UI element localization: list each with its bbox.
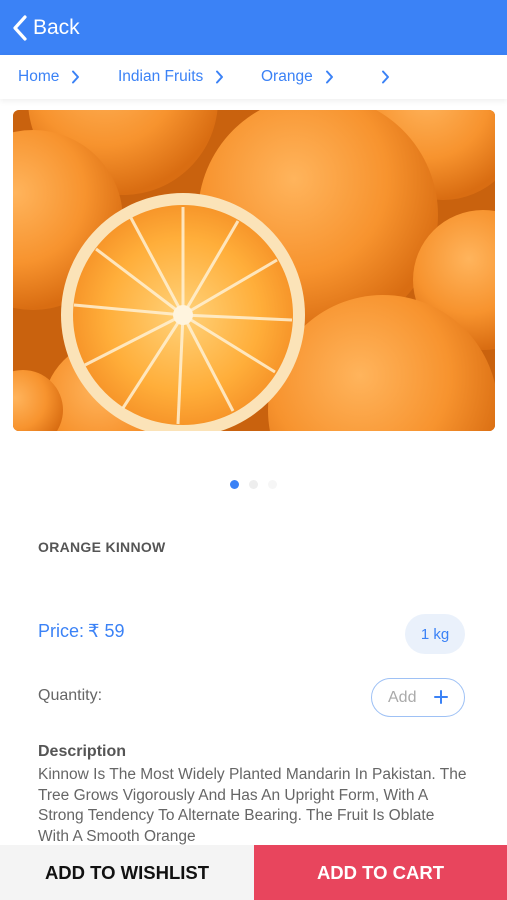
description-heading: Description <box>38 743 127 760</box>
breadcrumb-label: Home <box>18 68 60 85</box>
chevron-right-icon <box>72 70 80 84</box>
breadcrumb-category[interactable]: Indian Fruits <box>118 68 261 86</box>
oranges-illustration <box>13 110 495 431</box>
plus-icon <box>434 690 448 704</box>
breadcrumb: Home Indian Fruits Orange <box>0 55 507 99</box>
product-title: ORANGE KINNOW <box>38 539 166 555</box>
add-quantity-button[interactable]: Add <box>371 678 465 717</box>
breadcrumb-label: Indian Fruits <box>118 68 204 85</box>
price: Price: ₹ 59 <box>38 621 125 642</box>
carousel-dot[interactable] <box>249 480 258 489</box>
add-to-wishlist-button[interactable]: ADD TO WISHLIST <box>0 845 254 900</box>
chevron-left-icon <box>13 14 27 41</box>
back-button[interactable]: Back <box>0 0 80 55</box>
top-app-bar: Back <box>0 0 507 55</box>
breadcrumb-subcategory[interactable]: Orange <box>261 68 381 86</box>
weight-chip[interactable]: 1 kg <box>405 614 465 654</box>
price-value: ₹ 59 <box>88 621 125 641</box>
chevron-right-icon <box>325 70 333 84</box>
carousel-dot[interactable] <box>230 480 239 489</box>
add-to-cart-button[interactable]: ADD TO CART <box>254 845 507 900</box>
breadcrumb-current[interactable] <box>381 70 401 84</box>
bottom-action-bar: ADD TO WISHLIST ADD TO CART <box>0 845 507 900</box>
quantity-label: Quantity: <box>38 687 103 704</box>
description-text: Kinnow Is The Most Widely Planted Mandar… <box>38 766 467 845</box>
breadcrumb-label: Orange <box>261 68 313 85</box>
chevron-right-icon <box>382 70 389 84</box>
add-label: Add <box>388 688 417 706</box>
carousel-dot[interactable] <box>268 480 277 489</box>
price-label: Price: <box>38 621 85 641</box>
product-image[interactable] <box>13 110 495 431</box>
chevron-right-icon <box>216 70 224 84</box>
back-label: Back <box>33 15 80 39</box>
carousel-indicator <box>0 480 507 489</box>
breadcrumb-home[interactable]: Home <box>18 68 118 86</box>
